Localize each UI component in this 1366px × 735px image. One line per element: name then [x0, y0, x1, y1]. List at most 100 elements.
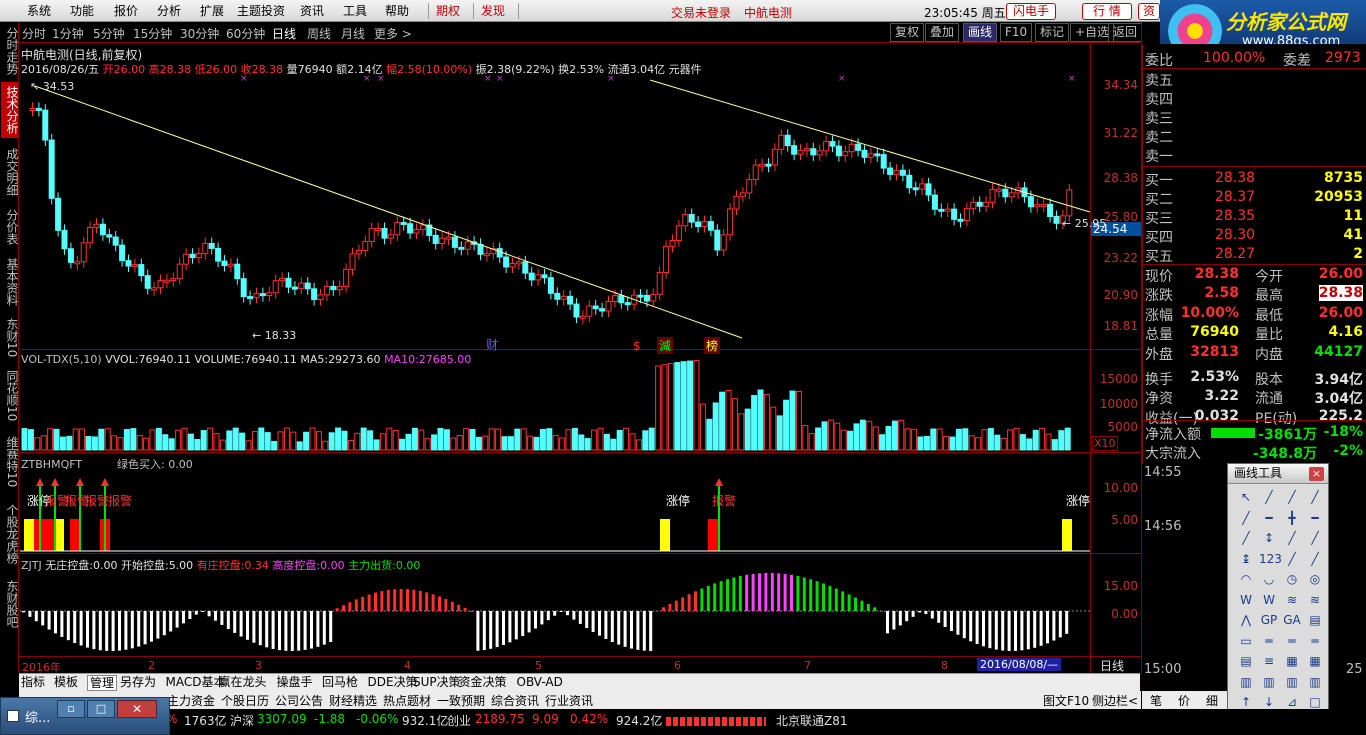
draw-tool-icon[interactable]: ▤ — [1305, 611, 1325, 630]
draw-tool-icon[interactable]: ▥ — [1282, 673, 1302, 692]
draw-tool-icon[interactable]: ▦ — [1282, 652, 1302, 671]
draw-tool-icon[interactable]: ╋ — [1282, 509, 1302, 528]
zjtj-bar — [988, 611, 992, 649]
news-tab[interactable]: 个股日历 — [221, 692, 269, 709]
volume-bar — [488, 428, 495, 451]
candle — [880, 154, 887, 169]
draw-tool-icon[interactable]: ↖ — [1236, 488, 1256, 507]
indicator-tab[interactable]: 管理 — [87, 675, 118, 691]
draw-tool-icon[interactable]: GA — [1282, 611, 1302, 630]
draw-tool-icon[interactable]: ▥ — [1305, 673, 1325, 692]
draw-tool-icon[interactable]: ▥ — [1259, 673, 1279, 692]
draw-tool-icon[interactable]: ╱ — [1236, 509, 1256, 528]
candle — [599, 308, 606, 312]
news-tab[interactable]: 主力资金 — [167, 692, 215, 709]
news-tab[interactable]: 热点题材 — [383, 692, 431, 709]
volume-bar — [72, 428, 79, 451]
candle — [87, 226, 94, 244]
zjtj-bar — [303, 611, 307, 650]
zjtj-bar — [540, 611, 544, 625]
zjtj-bar — [495, 611, 499, 648]
draw-tool-icon[interactable]: ▦ — [1305, 652, 1325, 671]
side-icon-detail[interactable]: 细 — [1206, 692, 1218, 709]
side-icon-price[interactable]: 价 — [1178, 692, 1190, 709]
candle — [675, 225, 682, 241]
indicator-tab[interactable]: 另存为 — [120, 675, 156, 691]
news-tab[interactable]: 公司公告 — [275, 692, 323, 709]
draw-tool-icon[interactable]: W — [1259, 591, 1279, 610]
draw-tool-icon[interactable]: ◎ — [1305, 570, 1325, 589]
draw-tool-icon[interactable]: ━ — [1259, 509, 1279, 528]
draw-tool-icon[interactable]: ◠ — [1236, 570, 1256, 589]
restore-icon[interactable]: ▫ — [57, 700, 85, 718]
draw-tool-icon[interactable]: ≋ — [1305, 591, 1325, 610]
indicator-tab[interactable]: 回马枪 — [322, 675, 358, 691]
zjtj-bar — [105, 611, 109, 651]
news-tab[interactable]: 综合资讯 — [491, 692, 539, 709]
draw-tool-icon[interactable]: ▭ — [1236, 632, 1256, 651]
draw-tool-icon[interactable]: ╱ — [1305, 550, 1325, 569]
candle — [106, 234, 113, 238]
event-dragon[interactable]: 榜 — [704, 337, 721, 354]
volume-bar — [821, 421, 828, 451]
draw-tool-icon[interactable]: ═ — [1259, 632, 1279, 651]
sidebar-toggle[interactable]: 侧边栏< — [1092, 692, 1138, 709]
draw-tool-icon[interactable]: ╱ — [1259, 488, 1279, 507]
indicator-tab[interactable]: 指标 — [21, 675, 45, 691]
draw-tool-icon[interactable]: ▤ — [1236, 652, 1256, 671]
draw-tool-icon[interactable]: 123 — [1259, 550, 1282, 569]
volume-bar — [386, 427, 393, 451]
indicator-tab[interactable]: 资金决策 — [459, 675, 507, 691]
side-icon-pen[interactable]: 笔 — [1150, 692, 1162, 709]
draw-tool-icon[interactable]: ↨ — [1236, 550, 1256, 569]
indicator-tab[interactable]: 操盘手 — [277, 675, 313, 691]
event-finance[interactable]: 财 — [486, 336, 498, 353]
draw-tool-icon[interactable]: ═ — [1282, 632, 1302, 651]
volume-bar — [712, 402, 719, 451]
indicator-tab[interactable]: 模板 — [54, 675, 78, 691]
draw-tool-icon[interactable]: ━ — [1305, 509, 1325, 528]
draw-tool-icon[interactable]: ╱ — [1305, 488, 1325, 507]
news-tab[interactable]: 财经精选 — [329, 692, 377, 709]
quote-value: 10.00% — [1180, 304, 1239, 321]
buy-price: 28.30 — [1215, 227, 1256, 243]
draw-tool-icon[interactable]: ╱ — [1282, 529, 1302, 548]
draw-tool-icon[interactable]: ╱ — [1236, 529, 1256, 548]
draw-tool-icon[interactable]: GP — [1259, 611, 1279, 630]
indicator-tab[interactable]: DDE决策 — [368, 675, 418, 691]
draw-tool-icon[interactable]: ≋ — [1282, 591, 1302, 610]
maximize-icon[interactable]: □ — [87, 700, 115, 718]
candle — [61, 229, 68, 250]
volume-bar — [616, 429, 623, 451]
draw-tool-icon[interactable]: ╱ — [1305, 529, 1325, 548]
zjtj-value: 0.00 — [92, 559, 118, 572]
zjtj-key: 无庄控盘: — [45, 559, 93, 572]
draw-tool-icon[interactable]: ↕ — [1259, 529, 1279, 548]
draw-tool-icon[interactable]: ▥ — [1236, 673, 1256, 692]
close-window-icon[interactable]: ✕ — [117, 700, 157, 718]
draw-tool-icon[interactable]: ╱ — [1282, 550, 1302, 569]
time-period[interactable]: 日线 — [1100, 657, 1124, 674]
f10-graphic-tab[interactable]: 图文F10 — [1043, 692, 1089, 709]
taskbar-window[interactable]: 综... ▫ □ ✕ — [0, 697, 170, 735]
volume-bar — [168, 438, 175, 451]
indicator-tab[interactable]: OBV-AD — [517, 675, 563, 691]
indicator-tab[interactable]: MACD基本 — [166, 675, 226, 691]
news-tab[interactable]: 一致预期 — [437, 692, 485, 709]
draw-tool-icon[interactable]: ═ — [1305, 632, 1325, 651]
close-icon[interactable]: × — [1309, 467, 1324, 481]
indicator-tab[interactable]: 赢在龙头 — [219, 675, 267, 691]
indicator-tab[interactable]: SUP决策 — [413, 675, 461, 691]
draw-tool-icon[interactable]: ⋀ — [1236, 611, 1256, 630]
event-dividend[interactable]: $ — [633, 339, 641, 353]
candle — [259, 293, 266, 297]
draw-tool-icon[interactable]: W — [1236, 591, 1256, 610]
draw-tool-icon[interactable]: ◷ — [1282, 570, 1302, 589]
volume-bar — [1051, 439, 1058, 451]
event-reduce[interactable]: 減 — [657, 337, 674, 354]
draw-tool-icon[interactable]: ≡ — [1259, 652, 1279, 671]
news-tab[interactable]: 行业资讯 — [545, 692, 593, 709]
draw-tool-icon[interactable]: ◡ — [1259, 570, 1279, 589]
zjtj-bar — [738, 576, 742, 611]
draw-tool-icon[interactable]: ╱ — [1282, 488, 1302, 507]
